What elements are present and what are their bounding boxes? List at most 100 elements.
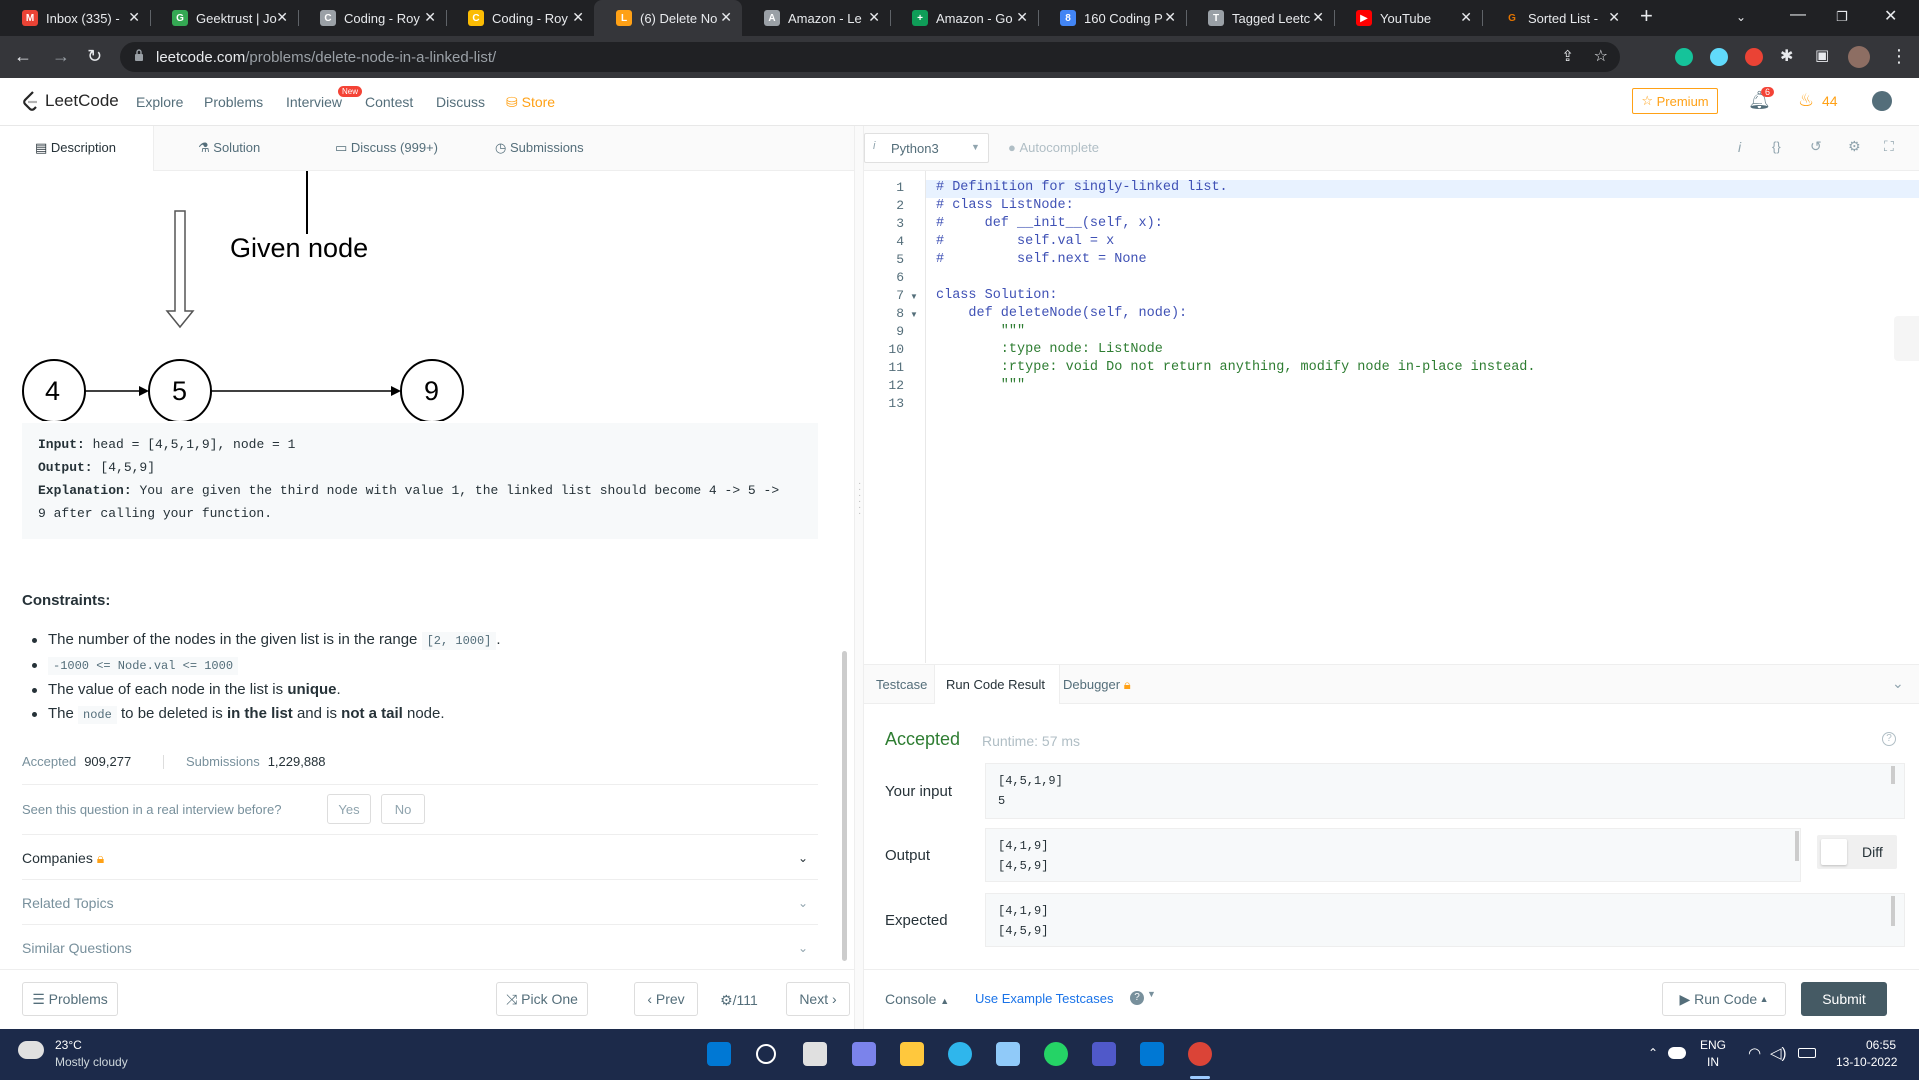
windows-start-icon[interactable] — [707, 1042, 731, 1066]
help-icon[interactable]: ? — [1130, 991, 1144, 1005]
grammarly-extension-icon[interactable] — [1675, 48, 1693, 66]
share-icon[interactable]: ⇪ — [1561, 47, 1574, 65]
window-close-icon[interactable]: ✕ — [1884, 6, 1897, 26]
chrome-menu-icon[interactable]: ⋮ — [1890, 46, 1908, 67]
premium-button[interactable]: ☆ Premium — [1632, 88, 1718, 114]
clock-date[interactable]: 13-10-2022 — [1836, 1055, 1897, 1069]
wifi-icon[interactable]: ◠ — [1748, 1044, 1761, 1062]
scrollbar-thumb[interactable] — [1795, 831, 1799, 861]
scrollbar-thumb[interactable] — [842, 651, 847, 961]
diff-toggle[interactable]: Diff — [1817, 835, 1897, 869]
close-tab-icon[interactable]: ✕ — [128, 9, 140, 26]
file-explorer-icon[interactable] — [900, 1042, 924, 1066]
pick-one-button[interactable]: ⤨ Pick One — [496, 982, 588, 1016]
close-tab-icon[interactable]: ✕ — [868, 9, 880, 26]
browser-tab-coding-2[interactable]: C Coding - Roy ✕ — [446, 0, 594, 36]
run-code-button[interactable]: ▶ Run Code ▲ — [1662, 982, 1786, 1016]
nav-explore[interactable]: Explore — [136, 94, 183, 110]
help-icon[interactable]: ? — [1882, 732, 1896, 746]
use-example-testcases-link[interactable]: Use Example Testcases — [975, 991, 1114, 1006]
yes-button[interactable]: Yes — [327, 794, 371, 824]
profile-avatar[interactable] — [1848, 46, 1870, 68]
nav-store[interactable]: ⛁ Store — [506, 94, 555, 111]
close-tab-icon[interactable]: ✕ — [1460, 9, 1472, 26]
scrollbar-thumb[interactable] — [1891, 896, 1895, 926]
console-toggle[interactable]: Console ▲ — [885, 991, 949, 1007]
tab-solution[interactable]: ⚗ Solution — [198, 140, 260, 156]
alarm-extension-icon[interactable] — [1745, 48, 1763, 66]
problems-list-button[interactable]: ☰ Problems — [22, 982, 118, 1016]
weather-cloud-icon[interactable] — [18, 1041, 44, 1059]
tab-testcase[interactable]: Testcase — [876, 677, 927, 692]
close-tab-icon[interactable]: ✕ — [276, 9, 288, 26]
outlook-icon[interactable] — [1140, 1042, 1164, 1066]
chevron-down-icon[interactable]: ⌄ — [798, 941, 808, 955]
browser-tab-youtube[interactable]: ▶ YouTube ✕ — [1334, 0, 1482, 36]
browser-tab-leetcode-active[interactable]: L (6) Delete No ✕ — [594, 0, 742, 36]
tab-submissions[interactable]: ◷ Submissions — [495, 140, 584, 156]
react-devtools-icon[interactable] — [1710, 48, 1728, 66]
forward-arrow-icon[interactable]: → — [52, 46, 70, 67]
braces-icon[interactable]: {} — [1772, 139, 1781, 154]
panel-splitter[interactable]: · · · · · · — [854, 126, 864, 1029]
back-arrow-icon[interactable]: ← — [14, 46, 32, 67]
minimize-icon[interactable]: — — [1790, 6, 1806, 24]
companies-accordion[interactable]: Companies 🔒︎ — [22, 850, 104, 867]
fold-caret-icon[interactable]: ▼ — [910, 292, 918, 301]
search-icon[interactable] — [756, 1044, 776, 1064]
close-tab-icon[interactable]: ✕ — [1164, 9, 1176, 26]
new-tab-icon[interactable]: + — [1640, 3, 1653, 29]
whatsapp-icon[interactable] — [1044, 1042, 1068, 1066]
reload-icon[interactable]: ↻ — [87, 46, 102, 67]
side-panel-icon[interactable]: ▣ — [1815, 46, 1829, 64]
tab-discuss[interactable]: ▭ Discuss (999+) — [335, 140, 438, 156]
browser-tab-tagged-leetcode[interactable]: T Tagged Leetc ✕ — [1186, 0, 1334, 36]
tab-run-code-result[interactable]: Run Code Result — [946, 677, 1045, 692]
close-tab-icon[interactable]: ✕ — [1016, 9, 1028, 26]
drag-handle-icon[interactable]: · · · · · · — [858, 479, 861, 519]
chat-icon[interactable] — [852, 1042, 876, 1066]
onedrive-cloud-icon[interactable] — [1668, 1047, 1686, 1059]
tab-description[interactable]: ▤ Description — [35, 140, 116, 156]
reset-icon[interactable]: ↺ — [1810, 138, 1822, 155]
info-icon[interactable]: i — [1738, 139, 1741, 155]
chevron-down-icon[interactable]: ⌄ — [1892, 675, 1904, 692]
scrollbar-thumb[interactable] — [1891, 766, 1895, 784]
code-editor[interactable]: 1 2 3 4 5 6 7 ▼ 8 ▼ 9 10 11 12 13 # Definition for sin… — [864, 171, 1919, 663]
close-tab-icon[interactable]: ✕ — [424, 9, 436, 26]
volume-icon[interactable]: ◁) — [1770, 1044, 1787, 1062]
nav-contest[interactable]: Contest — [365, 94, 413, 110]
browser-tab-coding-1[interactable]: C Coding - Roy ✕ — [298, 0, 446, 36]
teams-icon[interactable] — [1092, 1042, 1116, 1066]
task-view-icon[interactable] — [803, 1042, 827, 1066]
input-language[interactable]: ENG — [1700, 1038, 1726, 1052]
tab-search-icon[interactable]: ⌄ — [1736, 10, 1746, 24]
chevron-down-icon[interactable]: ⌄ — [798, 851, 808, 865]
tab-debugger[interactable]: Debugger 🔒︎ — [1063, 677, 1131, 693]
photos-icon[interactable] — [996, 1042, 1020, 1066]
caret-down-icon[interactable]: ▼ — [1147, 989, 1156, 999]
close-tab-icon[interactable]: ✕ — [572, 9, 584, 26]
leetcode-logo[interactable]: LeetCode — [22, 91, 119, 111]
edge-icon[interactable] — [948, 1042, 972, 1066]
battery-icon[interactable] — [1798, 1048, 1816, 1058]
prev-button[interactable]: ‹ Prev — [634, 982, 698, 1016]
similar-questions-accordion[interactable]: Similar Questions — [22, 940, 132, 956]
browser-tab-amazon-le[interactable]: A Amazon - Le ✕ — [742, 0, 890, 36]
no-button[interactable]: No — [381, 794, 425, 824]
nav-discuss[interactable]: Discuss — [436, 94, 485, 110]
side-panel-toggle[interactable] — [1894, 316, 1919, 361]
browser-tab-sorted-list[interactable]: G Sorted List - ✕ — [1482, 0, 1630, 36]
clock-time[interactable]: 06:55 — [1866, 1038, 1896, 1052]
submit-button[interactable]: Submit — [1801, 982, 1887, 1016]
related-topics-accordion[interactable]: Related Topics — [22, 895, 114, 911]
language-select[interactable]: i Python3 ▼ — [864, 133, 989, 163]
restore-icon[interactable]: ❐ — [1836, 9, 1848, 25]
browser-tab-gmail[interactable]: M Inbox (335) - ✕ — [0, 0, 150, 36]
close-tab-icon[interactable]: ✕ — [1608, 9, 1620, 26]
fullscreen-icon[interactable]: ⛶ — [1884, 138, 1894, 155]
fold-caret-icon[interactable]: ▼ — [910, 310, 918, 319]
nav-problems[interactable]: Problems — [204, 94, 263, 110]
autocomplete-toggle[interactable]: ● Autocomplete — [1008, 140, 1099, 155]
extensions-puzzle-icon[interactable]: ✱ — [1780, 46, 1793, 66]
